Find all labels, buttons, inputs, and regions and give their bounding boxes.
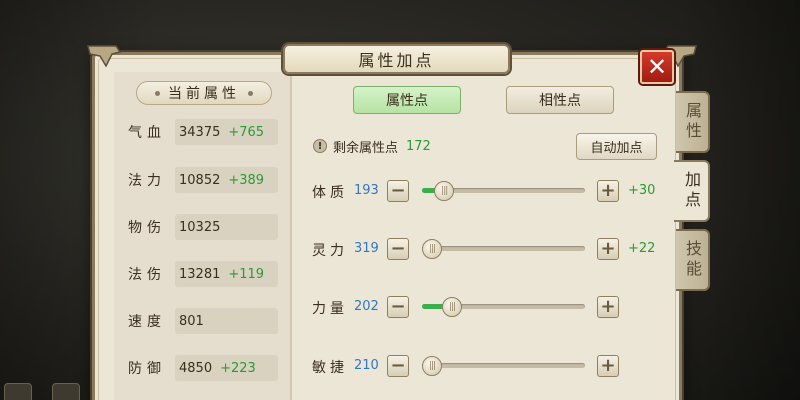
side-tab-label: 加点	[682, 171, 701, 211]
stat-bonus: +223	[220, 360, 256, 376]
close-button[interactable]: ✕	[640, 50, 674, 84]
stat-value: 10325	[179, 219, 221, 235]
plus-icon[interactable]: +	[597, 238, 619, 260]
stat-row-hp: 气血 34375 +765	[128, 119, 278, 145]
stat-label: 法力	[128, 173, 166, 189]
exclamation-icon[interactable]: !	[313, 139, 327, 153]
stat-value: 34375	[179, 124, 221, 140]
plus-icon[interactable]: +	[597, 355, 619, 377]
attribute-row-strength: 力量 202 − ||| +	[312, 296, 664, 320]
slider-knob-icon[interactable]: |||	[422, 356, 442, 376]
corner-button-right[interactable]	[52, 383, 80, 400]
minus-icon[interactable]: −	[387, 180, 409, 202]
attribute-bonus: +22	[628, 241, 656, 256]
stat-label: 速度	[128, 314, 166, 330]
attribute-label: 力量	[312, 301, 348, 317]
attribute-slider-track[interactable]: |||	[422, 239, 585, 259]
stat-value-box: 801	[175, 308, 278, 334]
stat-label: 气血	[128, 125, 166, 141]
stat-value-box: 10852 +389	[175, 167, 278, 193]
minus-icon[interactable]: −	[387, 355, 409, 377]
stat-value: 13281	[179, 266, 221, 282]
stat-value: 10852	[179, 172, 221, 188]
tab-attribute-points[interactable]: 属性点	[353, 86, 461, 114]
stat-label: 防御	[128, 361, 166, 377]
attribute-slider-track[interactable]: |||	[422, 181, 585, 201]
minus-icon[interactable]: −	[387, 296, 409, 318]
attribute-row-agility: 敏捷 210 − ||| +	[312, 355, 664, 379]
window-title: 属性加点	[283, 44, 510, 74]
attribute-row-constitution: 体质 193 − ||| + +30	[312, 180, 664, 204]
stat-label: 法伤	[128, 267, 166, 283]
side-tab-label: 属性	[683, 102, 702, 142]
stat-value: 4850	[179, 360, 213, 376]
attribute-slider-track[interactable]: |||	[422, 297, 585, 317]
attribute-value: 319	[354, 241, 379, 256]
corner-button-left[interactable]	[4, 383, 32, 400]
attribute-row-spirit: 灵力 319 − ||| + +22	[312, 238, 664, 262]
tab-affinity-points[interactable]: 相性点	[506, 86, 614, 114]
slider-knob-icon[interactable]: |||	[441, 297, 462, 317]
tab-label: 相性点	[539, 93, 581, 109]
attribute-bonus: +30	[628, 183, 656, 198]
side-tab-label: 技能	[683, 240, 702, 280]
tab-label: 属性点	[386, 93, 428, 109]
attribute-label: 体质	[312, 185, 348, 201]
header-dot-left-icon	[155, 90, 160, 96]
stat-label: 物伤	[128, 220, 166, 236]
side-tab-allocate[interactable]: 加点	[674, 160, 710, 222]
slider-knob-icon[interactable]: |||	[422, 239, 442, 259]
stat-value-box: 34375 +765	[175, 119, 278, 145]
attribute-slider-track[interactable]: |||	[422, 356, 585, 376]
window-title-text: 属性加点	[358, 51, 435, 70]
stat-row-speed: 速度 801	[128, 308, 278, 334]
attribute-label: 灵力	[312, 243, 348, 259]
auto-allocate-button[interactable]: 自动加点	[576, 133, 657, 160]
slider-knob-icon[interactable]: |||	[434, 181, 455, 201]
attribute-value: 193	[354, 183, 379, 198]
remaining-points-label: 剩余属性点	[333, 140, 399, 156]
stat-value-box: 4850 +223	[175, 355, 278, 381]
auto-allocate-label: 自动加点	[590, 141, 643, 156]
attribute-value: 210	[354, 358, 379, 373]
close-icon: ✕	[646, 53, 668, 81]
current-stats-header: 当前属性	[136, 81, 272, 105]
side-tab-attributes[interactable]: 属性	[676, 91, 710, 153]
plus-icon[interactable]: +	[597, 296, 619, 318]
stat-row-mp: 法力 10852 +389	[128, 167, 278, 193]
stat-value-box: 10325	[175, 214, 278, 240]
attribute-label: 敏捷	[312, 360, 348, 376]
remaining-points-value: 172	[406, 138, 431, 154]
stat-row-phys-dmg: 物伤 10325	[128, 214, 278, 240]
minus-icon[interactable]: −	[387, 238, 409, 260]
current-stats-title: 当前属性	[168, 86, 240, 102]
header-dot-right-icon	[248, 90, 253, 96]
stat-bonus: +119	[228, 266, 265, 282]
stat-bonus: +389	[228, 172, 265, 188]
corner-ornament-left	[87, 45, 122, 68]
remaining-points: ! 剩余属性点 172	[313, 136, 431, 156]
plus-icon[interactable]: +	[597, 180, 619, 202]
stat-value-box: 13281 +119	[175, 261, 278, 287]
stat-value: 801	[179, 313, 204, 329]
attribute-value: 202	[354, 299, 379, 314]
stat-row-magic-dmg: 法伤 13281 +119	[128, 261, 278, 287]
stat-row-defense: 防御 4850 +223	[128, 355, 278, 381]
stat-bonus: +765	[228, 124, 265, 140]
side-tab-skills[interactable]: 技能	[676, 229, 710, 291]
